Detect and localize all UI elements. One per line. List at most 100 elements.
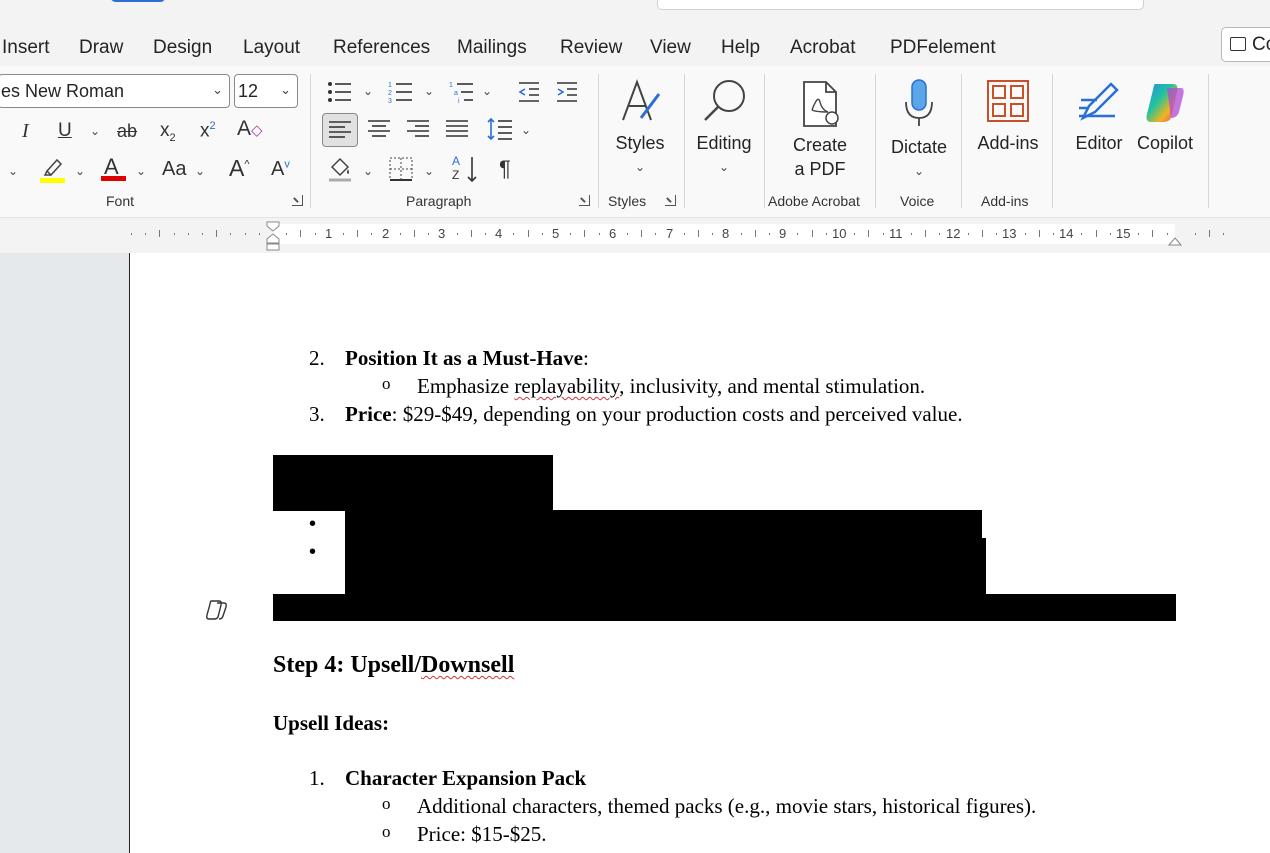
pilcrow-icon[interactable]: ¶ <box>499 158 511 180</box>
tab-design[interactable]: Design <box>153 37 212 59</box>
align-left-icon[interactable] <box>322 113 358 147</box>
chevron-down-icon[interactable]: ⌄ <box>75 164 85 178</box>
chevron-down-icon[interactable]: ⌄ <box>424 84 434 98</box>
borders-icon[interactable] <box>388 156 414 182</box>
redaction-block <box>273 455 553 511</box>
ruler-tick <box>968 233 969 235</box>
align-right-icon[interactable] <box>405 116 431 144</box>
font-size-combo[interactable]: 12 ⌄ <box>234 74 298 108</box>
editing-button[interactable]: Editing ⌄ <box>693 76 755 186</box>
shrink-font-button[interactable]: Av <box>271 159 290 179</box>
ruler-tick <box>513 233 514 235</box>
change-case-button[interactable]: Aa <box>162 159 186 179</box>
chevron-down-icon[interactable]: ⌄ <box>521 123 531 137</box>
increase-indent-icon[interactable] <box>555 80 579 104</box>
multilevel-icon[interactable]: 1ai <box>449 80 475 105</box>
chevron-down-icon[interactable]: ⌄ <box>136 164 146 178</box>
ruler-number: 13 <box>1002 226 1017 241</box>
italic-icon[interactable]: I <box>22 121 29 141</box>
ruler-tick <box>1096 230 1097 237</box>
tab-view[interactable]: View <box>650 37 691 59</box>
tab-review[interactable]: Review <box>560 37 622 59</box>
sort-icon[interactable]: A Z <box>452 154 480 184</box>
right-indent-marker[interactable] <box>1167 233 1183 247</box>
tab-acrobat[interactable]: Acrobat <box>790 37 855 59</box>
chevron-down-icon[interactable]: ⌄ <box>424 164 434 178</box>
chevron-down-icon: ⌄ <box>634 160 646 174</box>
share-button-edge[interactable] <box>110 0 166 2</box>
superscript-icon[interactable]: x2 <box>200 121 216 141</box>
left-indent-marker[interactable] <box>266 221 280 251</box>
chevron-down-icon[interactable]: ⌄ <box>363 164 373 178</box>
tab-insert[interactable]: Insert <box>2 37 50 59</box>
spelling-error[interactable]: replayability <box>514 374 619 398</box>
chevron-down-icon[interactable]: ⌄ <box>8 164 18 178</box>
chevron-down-icon[interactable]: ⌄ <box>195 164 205 178</box>
font-color-icon[interactable]: A <box>101 154 127 182</box>
justify-icon[interactable] <box>444 116 470 144</box>
styles-button[interactable]: Styles ⌄ <box>612 76 668 186</box>
font-name-value: es New Roman <box>1 81 125 101</box>
divider <box>684 74 685 208</box>
ribbon-tabs: Insert Draw Design Layout References Mai… <box>0 28 1270 66</box>
ruler-number: 12 <box>946 226 961 241</box>
strikethrough-icon[interactable]: ab <box>117 122 137 140</box>
tab-pdfelement[interactable]: PDFelement <box>890 37 996 59</box>
subscript-icon[interactable]: x2 <box>160 121 176 144</box>
ruler-number: 3 <box>438 226 446 241</box>
chevron-down-icon[interactable]: ⌄ <box>482 84 492 98</box>
ruler-tick <box>741 233 742 235</box>
ruler-number: 1 <box>325 226 333 241</box>
bullets-icon[interactable] <box>327 80 353 104</box>
tab-mailings[interactable]: Mailings <box>457 37 527 59</box>
list-item: Additional characters, themed packs (e.g… <box>417 794 1037 818</box>
editor-button[interactable]: Editor <box>1068 78 1130 178</box>
decrease-indent-icon[interactable] <box>517 80 541 104</box>
dictate-button[interactable]: Dictate ⌄ <box>887 76 951 186</box>
copilot-icon <box>1146 84 1184 122</box>
copilot-margin-icon[interactable] <box>204 598 230 622</box>
addins-icon <box>987 80 1029 122</box>
line-spacing-icon[interactable] <box>486 116 514 144</box>
spelling-error[interactable]: Downsell <box>421 652 514 678</box>
create-pdf-button[interactable]: Create a PDF <box>782 80 858 184</box>
highlighter-icon[interactable] <box>40 156 66 183</box>
ruler-tick <box>939 233 940 235</box>
styles-group-label: Styles <box>608 193 647 209</box>
addins-button[interactable]: Add-ins <box>974 78 1042 178</box>
shading-icon[interactable] <box>327 155 353 183</box>
font-name-combo[interactable]: es New Roman ⌄ <box>0 74 230 108</box>
ruler-tick <box>1081 233 1082 235</box>
ruler-tick <box>1195 233 1196 235</box>
ruler-number: 11 <box>889 226 903 241</box>
styles-dialog-launcher-icon[interactable] <box>665 195 676 206</box>
tab-help[interactable]: Help <box>721 37 760 59</box>
center-icon[interactable] <box>366 116 392 144</box>
paragraph-dialog-launcher-icon[interactable] <box>579 195 590 206</box>
underline-icon[interactable]: U <box>58 121 72 140</box>
font-dialog-launcher-icon[interactable] <box>292 195 303 206</box>
ruler-number: 6 <box>609 226 617 241</box>
search-icon <box>704 80 745 121</box>
chevron-down-icon[interactable]: ⌄ <box>90 124 100 138</box>
ruler-tick <box>1039 230 1040 237</box>
ruler-tick <box>428 233 429 235</box>
tab-references[interactable]: References <box>333 37 430 59</box>
sub-bullet: o <box>382 794 391 813</box>
numbering-icon[interactable]: 123 <box>388 80 414 105</box>
ruler-number: 7 <box>666 226 674 241</box>
ruler-tick <box>982 230 983 237</box>
clear-formatting-icon[interactable]: A◇ <box>237 118 263 139</box>
ruler-tick <box>131 233 132 235</box>
ruler-tick <box>457 233 458 235</box>
styles-icon <box>622 79 661 121</box>
grow-font-button[interactable]: A^ <box>229 157 250 180</box>
search-box[interactable] <box>657 0 1144 10</box>
ruler-tick <box>812 230 813 237</box>
tab-draw[interactable]: Draw <box>79 37 123 59</box>
copilot-button[interactable]: Copilot <box>1133 78 1197 178</box>
ruler-tick <box>230 233 231 235</box>
tab-layout[interactable]: Layout <box>243 37 300 59</box>
comments-button[interactable]: Co <box>1221 27 1270 62</box>
chevron-down-icon[interactable]: ⌄ <box>363 84 373 98</box>
